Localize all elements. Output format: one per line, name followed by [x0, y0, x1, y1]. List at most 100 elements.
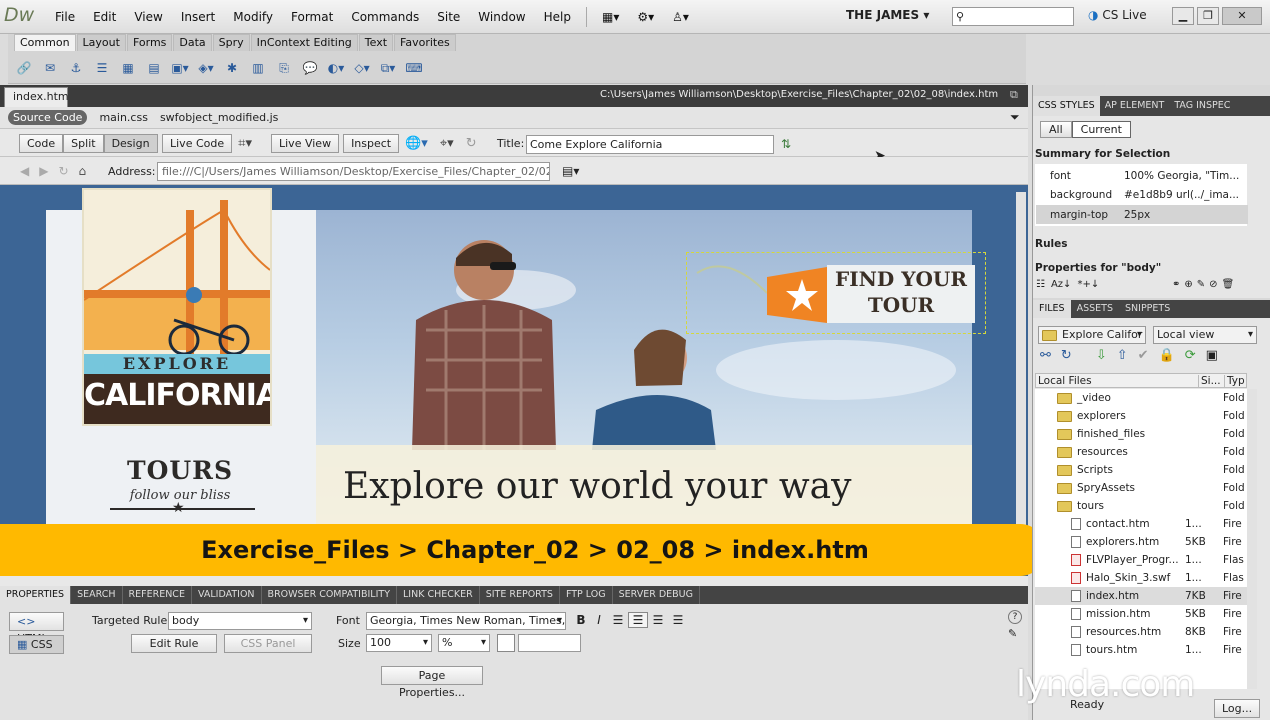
email-link-icon[interactable]: ✉	[40, 58, 60, 78]
put-files-icon[interactable]: ⇧	[1117, 348, 1128, 363]
refresh-icon[interactable]: ↻	[460, 136, 483, 151]
inspect-button[interactable]: Inspect	[343, 134, 400, 153]
table-icon[interactable]: ▦	[118, 58, 138, 78]
menu-view[interactable]: View	[125, 0, 171, 34]
live-view-button[interactable]: Live View	[271, 134, 340, 153]
title-input[interactable]: Come Explore California	[526, 135, 774, 154]
bold-icon[interactable]: B	[572, 613, 590, 627]
layout-icon[interactable]: ▦▾	[593, 0, 628, 34]
tab-reference[interactable]: REFERENCE	[123, 586, 192, 604]
file-row[interactable]: _video Fold	[1035, 389, 1247, 407]
tab-data[interactable]: Data	[173, 34, 212, 51]
col-size[interactable]: Si...	[1198, 374, 1224, 387]
css-panel-button[interactable]: CSS Panel	[224, 634, 312, 653]
related-main-css[interactable]: main.css	[99, 111, 148, 124]
file-row[interactable]: Scripts Fold	[1035, 461, 1247, 479]
file-row[interactable]: Halo_Skin_3.swf 1... Flas	[1035, 569, 1247, 587]
file-row[interactable]: mission.htm 5KB Fire	[1035, 605, 1247, 623]
file-row[interactable]: contact.htm 1... Fire	[1035, 515, 1247, 533]
close-button[interactable]: ✕	[1222, 7, 1262, 25]
code-view-button[interactable]: Code	[19, 134, 64, 153]
site-icon[interactable]: ♙▾	[663, 0, 698, 34]
align-center-icon[interactable]: ☰	[628, 612, 648, 628]
menu-edit[interactable]: Edit	[84, 0, 125, 34]
tab-assets[interactable]: ASSETS	[1071, 300, 1119, 318]
col-local-files[interactable]: Local Files	[1036, 375, 1198, 387]
comment-icon[interactable]: 💬	[300, 58, 320, 78]
media-icon[interactable]: ◈▾	[196, 58, 216, 78]
tab-forms[interactable]: Forms	[126, 34, 173, 51]
date-icon[interactable]: ▥	[248, 58, 268, 78]
tab-common[interactable]: Common	[14, 34, 76, 51]
tag-chooser-icon[interactable]: ⌨	[404, 58, 424, 78]
tab-link-checker[interactable]: LINK CHECKER	[397, 586, 480, 604]
font-select[interactable]: Georgia, Times New Roman, Times, s	[366, 612, 566, 630]
css-current-button[interactable]: Current	[1071, 121, 1131, 138]
css-all-button[interactable]: All	[1040, 121, 1072, 138]
tab-browser-compat[interactable]: BROWSER COMPATIBILITY	[262, 586, 398, 604]
menu-commands[interactable]: Commands	[342, 0, 428, 34]
align-right-icon[interactable]: ☰	[648, 613, 668, 627]
files-scrollbar[interactable]	[1247, 389, 1257, 689]
quick-tag-editor-icon[interactable]: ✎	[1008, 627, 1017, 640]
targeted-rule-select[interactable]: body	[168, 612, 312, 630]
named-anchor-icon[interactable]: ⚓	[66, 58, 86, 78]
find-your-tour-tag[interactable]: FIND YOUR TOUR	[686, 252, 986, 334]
category-view-icon[interactable]: ☷	[1036, 279, 1045, 290]
horizontal-rule-icon[interactable]: ☰	[92, 58, 112, 78]
tab-snippets[interactable]: SNIPPETS	[1119, 300, 1176, 318]
file-management-icon[interactable]: ⇅	[781, 137, 791, 151]
minimize-button[interactable]: ▁	[1172, 7, 1194, 25]
alpha-view-icon[interactable]: Az↓	[1051, 279, 1071, 290]
tab-tag-inspector[interactable]: TAG INSPEC	[1169, 96, 1235, 116]
justify-icon[interactable]: ☰	[668, 613, 688, 627]
new-rule-icon[interactable]: ⊕	[1184, 279, 1192, 290]
disable-rule-icon[interactable]: ⊘	[1209, 279, 1217, 290]
check-browser-icon[interactable]: ⌗▾	[232, 136, 258, 151]
design-view-button[interactable]: Design	[103, 134, 158, 153]
help-icon[interactable]: ?	[1008, 610, 1022, 624]
tab-validation[interactable]: VALIDATION	[192, 586, 262, 604]
hyperlink-icon[interactable]: 🔗	[14, 58, 34, 78]
globe-icon[interactable]: 🌐▾	[399, 136, 434, 151]
color-input[interactable]	[518, 634, 581, 652]
tab-search[interactable]: SEARCH	[71, 586, 123, 604]
align-left-icon[interactable]: ☰	[608, 613, 628, 627]
menu-file[interactable]: File	[46, 0, 84, 34]
connect-icon[interactable]: ⚯	[1040, 348, 1051, 363]
design-scrollbar[interactable]	[1016, 192, 1026, 572]
col-type[interactable]: Typ	[1224, 374, 1245, 387]
css-prop-row[interactable]: background #e1d8b9 url(../_ima...	[1036, 185, 1248, 204]
css-mode-button[interactable]: ▦ CSS	[9, 635, 64, 654]
file-row[interactable]: tours Fold	[1035, 497, 1247, 515]
workspace-switcher[interactable]: THE JAMES ▾	[846, 8, 929, 22]
tab-spry[interactable]: Spry	[212, 34, 250, 51]
source-code-button[interactable]: Source Code	[8, 110, 88, 125]
split-view-button[interactable]: Split	[63, 134, 104, 153]
menu-help[interactable]: Help	[535, 0, 580, 34]
expand-icon[interactable]: ▣	[1206, 348, 1218, 363]
server-include-icon[interactable]: ⎘	[274, 58, 294, 78]
filter-icon[interactable]: ⏷	[1010, 110, 1020, 125]
attach-style-icon[interactable]: ⚭	[1172, 279, 1180, 290]
set-properties-icon[interactable]: *+↓	[1077, 279, 1099, 290]
italic-icon[interactable]: I	[590, 613, 608, 627]
file-row[interactable]: index.htm 7KB Fire	[1035, 587, 1247, 605]
tab-ap-elements[interactable]: AP ELEMENT	[1100, 96, 1170, 116]
view-select[interactable]: Local view	[1153, 326, 1257, 344]
menu-format[interactable]: Format	[282, 0, 342, 34]
site-select[interactable]: Explore Califor	[1038, 326, 1146, 344]
css-prop-row-selected[interactable]: margin-top 25px	[1036, 205, 1248, 224]
file-row[interactable]: resources Fold	[1035, 443, 1247, 461]
tab-favorites[interactable]: Favorites	[394, 34, 456, 51]
restore-button[interactable]: ❐	[1197, 7, 1219, 25]
menu-window[interactable]: Window	[469, 0, 534, 34]
browser-options-icon[interactable]: ▤▾	[562, 164, 579, 178]
file-row[interactable]: tours.htm 1... Fire	[1035, 641, 1247, 659]
tab-ftp-log[interactable]: FTP LOG	[560, 586, 613, 604]
image-icon[interactable]: ▣▾	[170, 58, 190, 78]
home-icon[interactable]: ⌂	[79, 164, 87, 178]
widget-icon[interactable]: ✱	[222, 58, 242, 78]
cs-live-button[interactable]: ◑ CS Live	[1088, 8, 1147, 22]
edit-rule-icon[interactable]: ✎	[1197, 279, 1205, 290]
